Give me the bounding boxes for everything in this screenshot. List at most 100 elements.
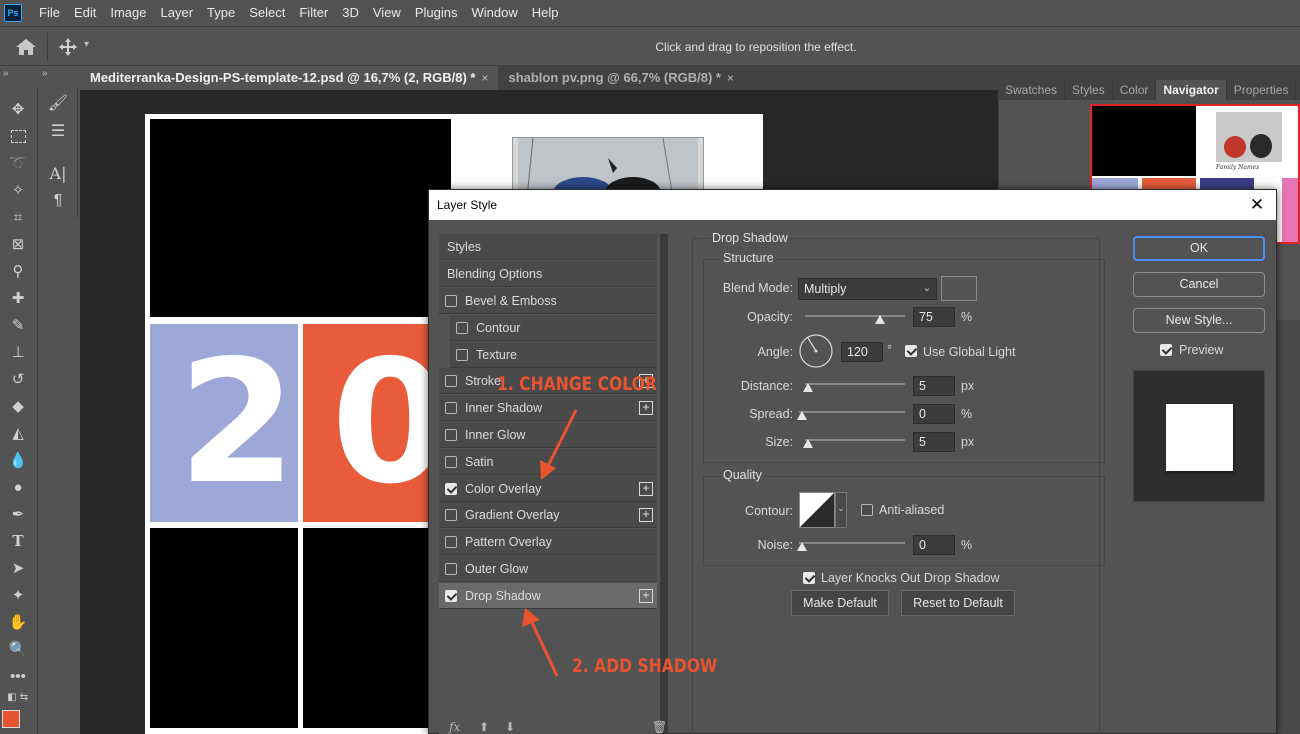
list-item-gradient-overlay[interactable]: Gradient Overlay + bbox=[439, 502, 657, 529]
menu-image[interactable]: Image bbox=[103, 0, 153, 25]
list-item-bevel-emboss[interactable]: Bevel & Emboss bbox=[439, 288, 657, 314]
opacity-slider-thumb[interactable] bbox=[875, 315, 885, 324]
menu-layer[interactable]: Layer bbox=[154, 0, 201, 25]
tab-styles[interactable]: Styles bbox=[1065, 80, 1113, 100]
texture-checkbox[interactable] bbox=[456, 348, 468, 361]
menu-file[interactable]: File bbox=[32, 0, 67, 25]
list-item-blending-options[interactable]: Blending Options bbox=[439, 261, 657, 287]
list-item-pattern-overlay[interactable]: Pattern Overlay bbox=[439, 529, 657, 556]
eyedropper-icon[interactable]: ⚲ bbox=[7, 260, 29, 282]
distance-slider[interactable] bbox=[805, 383, 905, 385]
angle-dial[interactable] bbox=[798, 333, 834, 369]
spread-input[interactable]: 0 bbox=[913, 404, 955, 424]
add-effect-icon[interactable]: + bbox=[639, 481, 653, 496]
menu-help[interactable]: Help bbox=[525, 0, 566, 25]
custom-shape-icon[interactable]: ✦ bbox=[7, 584, 29, 606]
angle-input[interactable]: 120 bbox=[841, 342, 883, 362]
menu-plugins[interactable]: Plugins bbox=[408, 0, 465, 25]
size-slider[interactable] bbox=[805, 439, 905, 441]
paint-bucket-icon[interactable]: ◭ bbox=[7, 422, 29, 444]
bevel-emboss-checkbox[interactable] bbox=[445, 295, 457, 307]
marquee-icon[interactable] bbox=[7, 125, 29, 147]
type-tool-icon[interactable]: T bbox=[7, 530, 29, 552]
shadow-color-swatch[interactable] bbox=[941, 276, 977, 301]
chevron-down-icon[interactable]: ⌄ bbox=[835, 492, 847, 528]
list-item-texture[interactable]: Texture bbox=[450, 341, 657, 368]
healing-brush-icon[interactable]: ✚ bbox=[7, 287, 29, 309]
fx-icon[interactable]: fx bbox=[449, 720, 460, 734]
menu-type[interactable]: Type bbox=[200, 0, 242, 25]
make-default-button[interactable]: Make Default bbox=[791, 590, 889, 616]
dodge-icon[interactable]: ● bbox=[7, 476, 29, 498]
color-overlay-checkbox[interactable] bbox=[445, 482, 457, 495]
distance-slider-thumb[interactable] bbox=[803, 383, 813, 392]
add-effect-icon[interactable]: + bbox=[639, 588, 653, 603]
size-slider-thumb[interactable] bbox=[803, 439, 813, 448]
hand-icon[interactable]: ✋ bbox=[7, 611, 29, 633]
move-icon[interactable]: ✥ bbox=[7, 98, 29, 120]
collapse-right-icon[interactable]: » bbox=[42, 68, 48, 79]
close-icon[interactable]: × bbox=[727, 71, 734, 85]
tab-navigator[interactable]: Navigator bbox=[1156, 80, 1227, 100]
menu-edit[interactable]: Edit bbox=[67, 0, 103, 25]
history-brush-icon[interactable]: ↺ bbox=[7, 368, 29, 390]
panel-collapse[interactable] bbox=[998, 66, 1300, 80]
inner-glow-checkbox[interactable] bbox=[445, 429, 457, 441]
menu-view[interactable]: View bbox=[366, 0, 408, 25]
blend-mode-select[interactable]: Multiply ⌄ bbox=[798, 278, 937, 300]
noise-slider[interactable] bbox=[799, 542, 905, 544]
spread-slider[interactable] bbox=[799, 411, 905, 413]
menu-window[interactable]: Window bbox=[464, 0, 524, 25]
opacity-input[interactable]: 75 bbox=[913, 307, 955, 327]
brush-settings-icon[interactable]: 🖌 bbox=[47, 92, 69, 114]
adjustments-icon[interactable]: ☰ bbox=[47, 120, 69, 142]
gradient-overlay-checkbox[interactable] bbox=[445, 509, 457, 522]
lasso-icon[interactable]: ➰ bbox=[7, 152, 29, 174]
clone-stamp-icon[interactable]: ⊥ bbox=[7, 341, 29, 363]
knocks-out-checkbox[interactable] bbox=[803, 572, 815, 584]
noise-slider-thumb[interactable] bbox=[797, 542, 807, 551]
collapse-left-icon[interactable]: » bbox=[3, 68, 9, 79]
frame-icon[interactable]: ⊠ bbox=[7, 233, 29, 255]
list-item-drop-shadow[interactable]: Drop Shadow + bbox=[439, 582, 657, 609]
magic-wand-icon[interactable]: ✧ bbox=[7, 179, 29, 201]
ok-button[interactable]: OK bbox=[1133, 236, 1265, 261]
opacity-slider[interactable] bbox=[805, 315, 905, 317]
anti-aliased-checkbox[interactable] bbox=[861, 504, 873, 516]
blur-icon[interactable]: 💧 bbox=[7, 449, 29, 471]
contour-preview[interactable] bbox=[799, 492, 835, 528]
reset-default-button[interactable]: Reset to Default bbox=[901, 590, 1015, 616]
add-effect-icon[interactable]: + bbox=[639, 508, 653, 523]
list-item-styles[interactable]: Styles bbox=[439, 234, 657, 260]
menu-select[interactable]: Select bbox=[242, 0, 292, 25]
spread-slider-thumb[interactable] bbox=[797, 411, 807, 420]
brush-icon[interactable]: ✎ bbox=[7, 314, 29, 336]
inner-shadow-checkbox[interactable] bbox=[445, 402, 457, 415]
path-selection-icon[interactable]: ➤ bbox=[7, 557, 29, 579]
tab-color[interactable]: Color bbox=[1113, 80, 1157, 100]
contour-checkbox[interactable] bbox=[456, 321, 468, 334]
tab-swatches[interactable]: Swatches bbox=[998, 80, 1066, 100]
paragraph-icon[interactable]: ¶ bbox=[47, 190, 69, 212]
add-effect-icon[interactable]: + bbox=[639, 401, 653, 416]
stroke-checkbox[interactable] bbox=[445, 375, 457, 388]
list-item-inner-shadow[interactable]: Inner Shadow + bbox=[439, 395, 657, 422]
cancel-button[interactable]: Cancel bbox=[1133, 272, 1265, 297]
swap-colors-icon[interactable]: ⇆ bbox=[13, 686, 35, 708]
list-item-inner-glow[interactable]: Inner Glow bbox=[439, 422, 657, 448]
preview-checkbox[interactable] bbox=[1160, 344, 1172, 356]
drop-shadow-checkbox[interactable] bbox=[445, 589, 457, 602]
move-down-icon[interactable]: ⬇ bbox=[505, 720, 515, 734]
size-input[interactable]: 5 bbox=[913, 432, 955, 452]
new-style-button[interactable]: New Style... bbox=[1133, 308, 1265, 333]
list-item-color-overlay[interactable]: Color Overlay + bbox=[439, 475, 657, 502]
tab-shablon-png[interactable]: shablon pv.png @ 66,7% (RGB/8) * × bbox=[498, 66, 745, 90]
toolbar-collapse[interactable]: » » bbox=[0, 66, 80, 88]
satin-checkbox[interactable] bbox=[445, 455, 457, 468]
list-item-contour[interactable]: Contour bbox=[450, 314, 657, 341]
global-light-checkbox[interactable] bbox=[905, 345, 917, 357]
noise-input[interactable]: 0 bbox=[913, 535, 955, 555]
more-tools-icon[interactable]: ••• bbox=[7, 665, 29, 687]
close-icon[interactable]: × bbox=[481, 71, 488, 85]
list-item-satin[interactable]: Satin bbox=[439, 448, 657, 475]
